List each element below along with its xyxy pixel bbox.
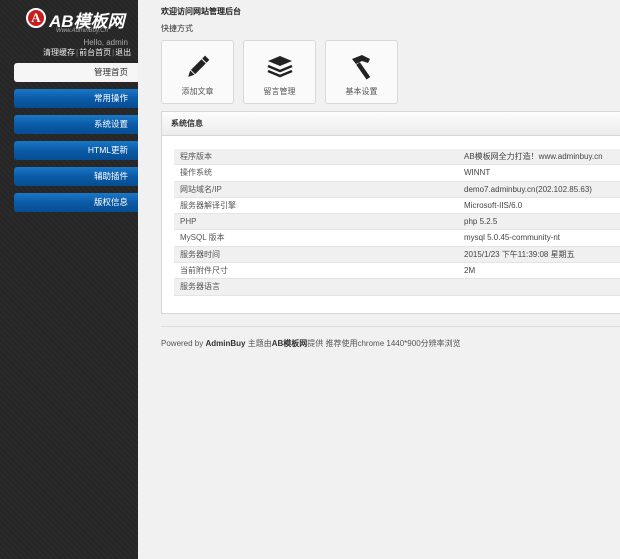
logo[interactable]: A AB模板网 Www.AdminBuy.Cn [26,6,126,34]
info-value: demo7.adminbuy.cn(202.102.85.63) [464,184,592,194]
footer: Powered by AdminBuy 主题由AB模板网提供 推荐使用chrom… [161,338,461,349]
nav-item-html-update[interactable]: HTML更新 [14,141,138,160]
hammer-icon [352,55,371,80]
footer-suffix: 提供 推荐使用chrome 1440*900分辨率浏览 [307,339,461,348]
table-row: 程序版本 AB模板网全力打造！www.adminbuy.cn [174,149,620,166]
info-key: 当前附件尺寸 [180,266,228,276]
add-article-label: 添加文章 [181,87,214,96]
frontend-home-link[interactable]: 前台首页 [79,48,111,57]
info-value: Microsoft-IIS/6.0 [464,200,523,210]
info-value: AB模板网全力打造！www.adminbuy.cn [464,152,603,161]
footer-prefix: Powered by [161,339,206,348]
table-row: 网站域名/IP demo7.adminbuy.cn(202.102.85.63) [174,181,620,198]
top-links: 清理缓存|前台首页|退出 [43,47,131,58]
logo-subtitle: Www.AdminBuy.Cn [56,28,108,34]
main-content: 欢迎访问网站管理后台 快捷方式 添加文章 留言管理 基本设置 系统信息 程序版本 [138,0,620,559]
add-article-button[interactable]: 添加文章 [161,40,234,104]
clear-cache-link[interactable]: 清理缓存 [43,48,75,57]
info-key: 程序版本 [180,152,212,161]
nav-item-copyright[interactable]: 版权信息 [14,193,138,212]
nav-item-system-settings[interactable]: 系统设置 [14,115,138,134]
page-title: 欢迎访问网站管理后台 [161,7,241,16]
greeting: Hello, admin [83,38,128,47]
info-key: 服务器语言 [180,282,220,292]
table-row: MySQL 版本 mysql 5.0.45-community-nt [174,230,620,247]
info-key: MySQL 版本 [180,233,225,243]
sidebar-nav: 管理首页 常用操作 系统设置 HTML更新 辅助插件 版权信息 [14,63,138,219]
footer-brand[interactable]: AdminBuy [205,339,245,348]
table-row: 服务器时间 2015/1/23 下午11:39:08 星期五 [174,246,620,264]
system-info-panel: 系统信息 程序版本 AB模板网全力打造！www.adminbuy.cn 操作系统 W… [161,111,620,314]
info-key: 操作系统 [180,168,212,178]
basic-settings-button[interactable]: 基本设置 [325,40,398,104]
nav-item-admin-home[interactable]: 管理首页 [14,63,138,82]
info-key: 服务器时间 [180,249,220,259]
info-value: 2015/1/23 下午11:39:08 星期五 [464,249,575,259]
table-row: 服务器解译引擎 Microsoft-IIS/6.0 [174,198,620,215]
message-management-label: 留言管理 [263,87,296,96]
table-row: PHP php 5.2.5 [174,214,620,231]
info-key: 网站域名/IP [180,184,222,194]
panel-title: 系统信息 [162,112,620,136]
table-row: 服务器语言 [174,279,620,296]
info-key: PHP [180,217,197,227]
logout-link[interactable]: 退出 [115,48,131,57]
link-separator: | [76,48,79,57]
sidebar: A AB模板网 Www.AdminBuy.Cn Hello, admin 清理缓… [0,0,138,559]
info-value: 2M [464,266,476,276]
nav-item-plugins[interactable]: 辅助插件 [14,167,138,186]
message-management-button[interactable]: 留言管理 [243,40,316,104]
stack-icon [267,56,293,78]
shortcuts-label: 快捷方式 [161,24,193,33]
nav-item-common-ops[interactable]: 常用操作 [14,89,138,108]
logo-badge: A [26,8,46,28]
link-separator: | [112,48,115,57]
info-value: php 5.2.5 [464,217,498,227]
system-info-table: 程序版本 AB模板网全力打造！www.adminbuy.cn 操作系统 WINNT … [174,149,620,296]
basic-settings-label: 基本设置 [345,87,378,96]
table-row: 操作系统 WINNT [174,165,620,182]
info-value: WINNT [464,168,491,178]
info-value: mysql 5.0.45-community-nt [464,233,561,243]
divider [161,326,620,327]
info-key: 服务器解译引擎 [180,200,236,210]
footer-brand-cn[interactable]: AB模板网 [272,339,308,348]
footer-mid: 主题由 [245,339,272,348]
pencil-icon [188,55,210,77]
table-row: 当前附件尺寸 2M [174,263,620,280]
